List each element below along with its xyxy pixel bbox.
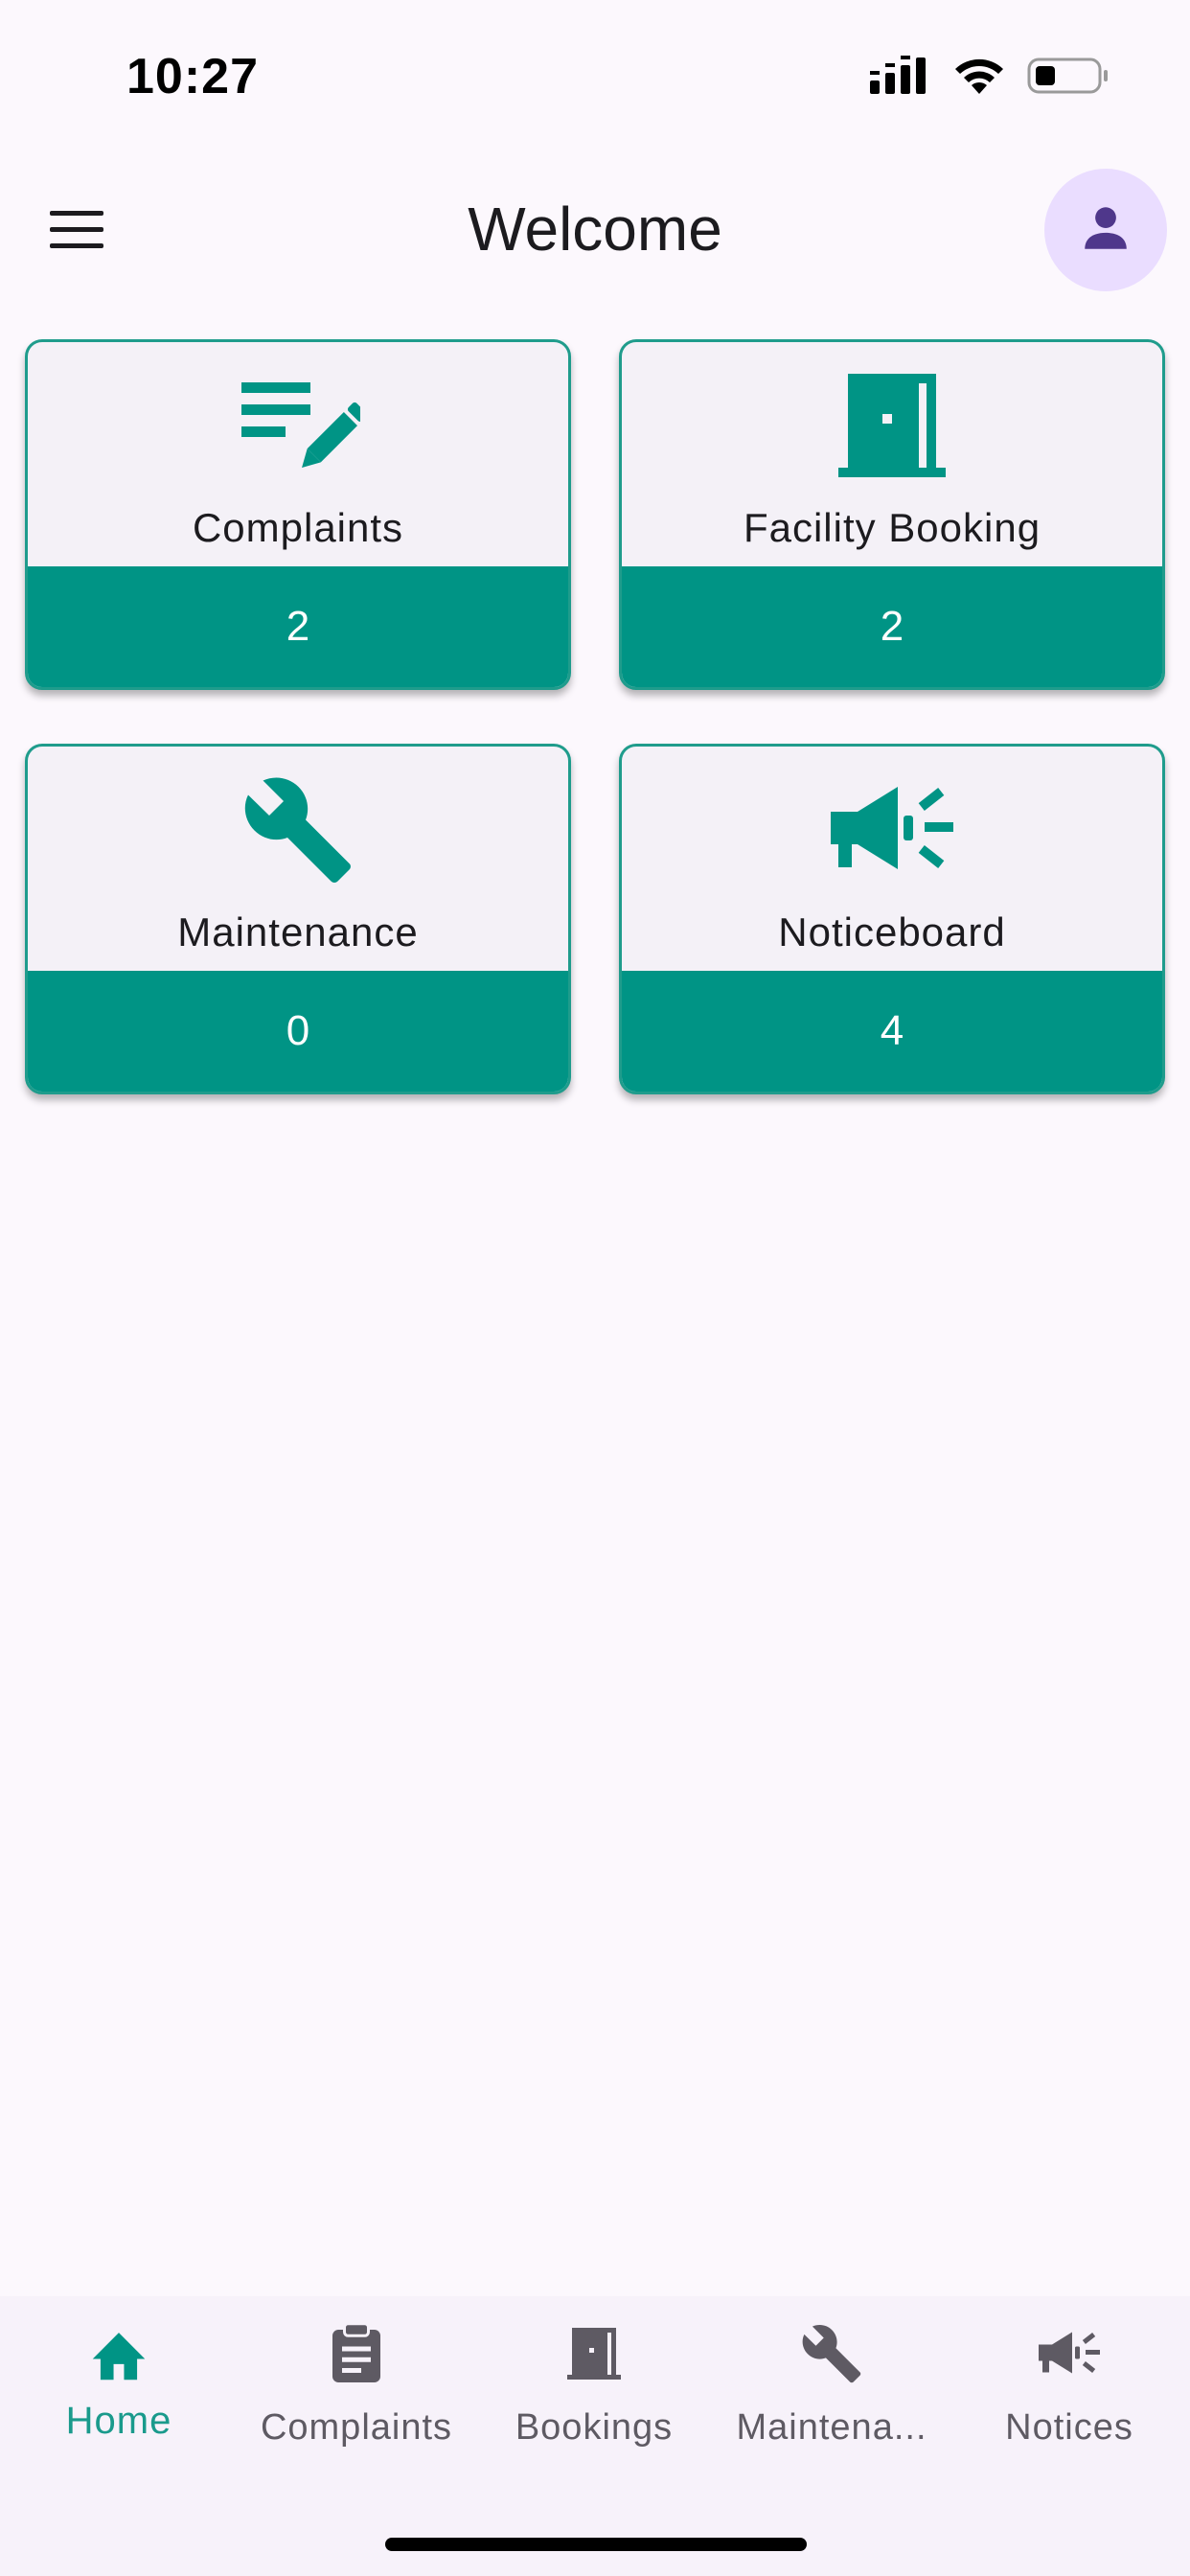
- door-icon: [835, 368, 950, 488]
- home-indicator: [385, 2538, 807, 2551]
- card-icon-wrap: [28, 365, 568, 490]
- card-count: 4: [622, 971, 1162, 1092]
- card-count: 2: [28, 566, 568, 687]
- cellular-signal-icon: [870, 56, 931, 101]
- nav-item-notices[interactable]: Notices: [950, 2317, 1188, 2490]
- edit-note-icon: [236, 373, 368, 483]
- nav-label: Complaints: [260, 2407, 453, 2448]
- nav-icon-wrap: [799, 2317, 864, 2394]
- nav-icon-wrap: [328, 2317, 385, 2394]
- app-bar: Welcome: [0, 153, 1190, 307]
- card-label: Complaints: [192, 505, 404, 550]
- card-icon-wrap: [622, 365, 1162, 490]
- card-icon-wrap: [28, 770, 568, 894]
- page-title: Welcome: [468, 195, 722, 264]
- noticeboard-card[interactable]: Noticeboard 4: [619, 744, 1165, 1094]
- person-icon: [1078, 200, 1133, 261]
- nav-label: Maintena...: [736, 2407, 927, 2448]
- maintenance-card[interactable]: Maintenance 0: [25, 744, 571, 1094]
- door-icon: [565, 2324, 623, 2388]
- nav-label: Bookings: [515, 2407, 674, 2448]
- card-label: Noticeboard: [778, 909, 1006, 954]
- home-icon: [87, 2325, 150, 2387]
- nav-icon-wrap: [565, 2317, 623, 2394]
- nav-item-complaints[interactable]: Complaints: [238, 2317, 475, 2490]
- status-icons: [870, 56, 1110, 101]
- profile-avatar-button[interactable]: [1044, 169, 1167, 291]
- nav-icon-wrap: [87, 2317, 150, 2394]
- clipboard-icon: [328, 2321, 385, 2391]
- card-icon-wrap: [622, 770, 1162, 894]
- nav-item-bookings[interactable]: Bookings: [475, 2317, 713, 2490]
- card-count: 2: [622, 566, 1162, 687]
- nav-item-home[interactable]: Home: [0, 2317, 238, 2490]
- megaphone-icon: [1036, 2327, 1103, 2385]
- bottom-navigation: Home Complaints Bookings Maintena... Not…: [0, 2296, 1190, 2576]
- wrench-icon: [799, 2322, 864, 2390]
- card-label: Facility Booking: [743, 505, 1041, 550]
- nav-item-maintenance[interactable]: Maintena...: [713, 2317, 950, 2490]
- wifi-icon: [952, 56, 1006, 101]
- card-count: 0: [28, 971, 568, 1092]
- nav-icon-wrap: [1036, 2317, 1103, 2394]
- wrench-icon: [229, 772, 367, 892]
- battery-icon: [1027, 56, 1110, 101]
- nav-label: Notices: [1005, 2407, 1133, 2448]
- nav-label: Home: [65, 2400, 172, 2442]
- status-time: 10:27: [126, 49, 259, 104]
- card-label: Maintenance: [177, 909, 419, 954]
- megaphone-icon: [825, 777, 959, 887]
- facility-booking-card[interactable]: Facility Booking 2: [619, 339, 1165, 690]
- complaints-card[interactable]: Complaints 2: [25, 339, 571, 690]
- status-bar: 10:27: [0, 0, 1190, 144]
